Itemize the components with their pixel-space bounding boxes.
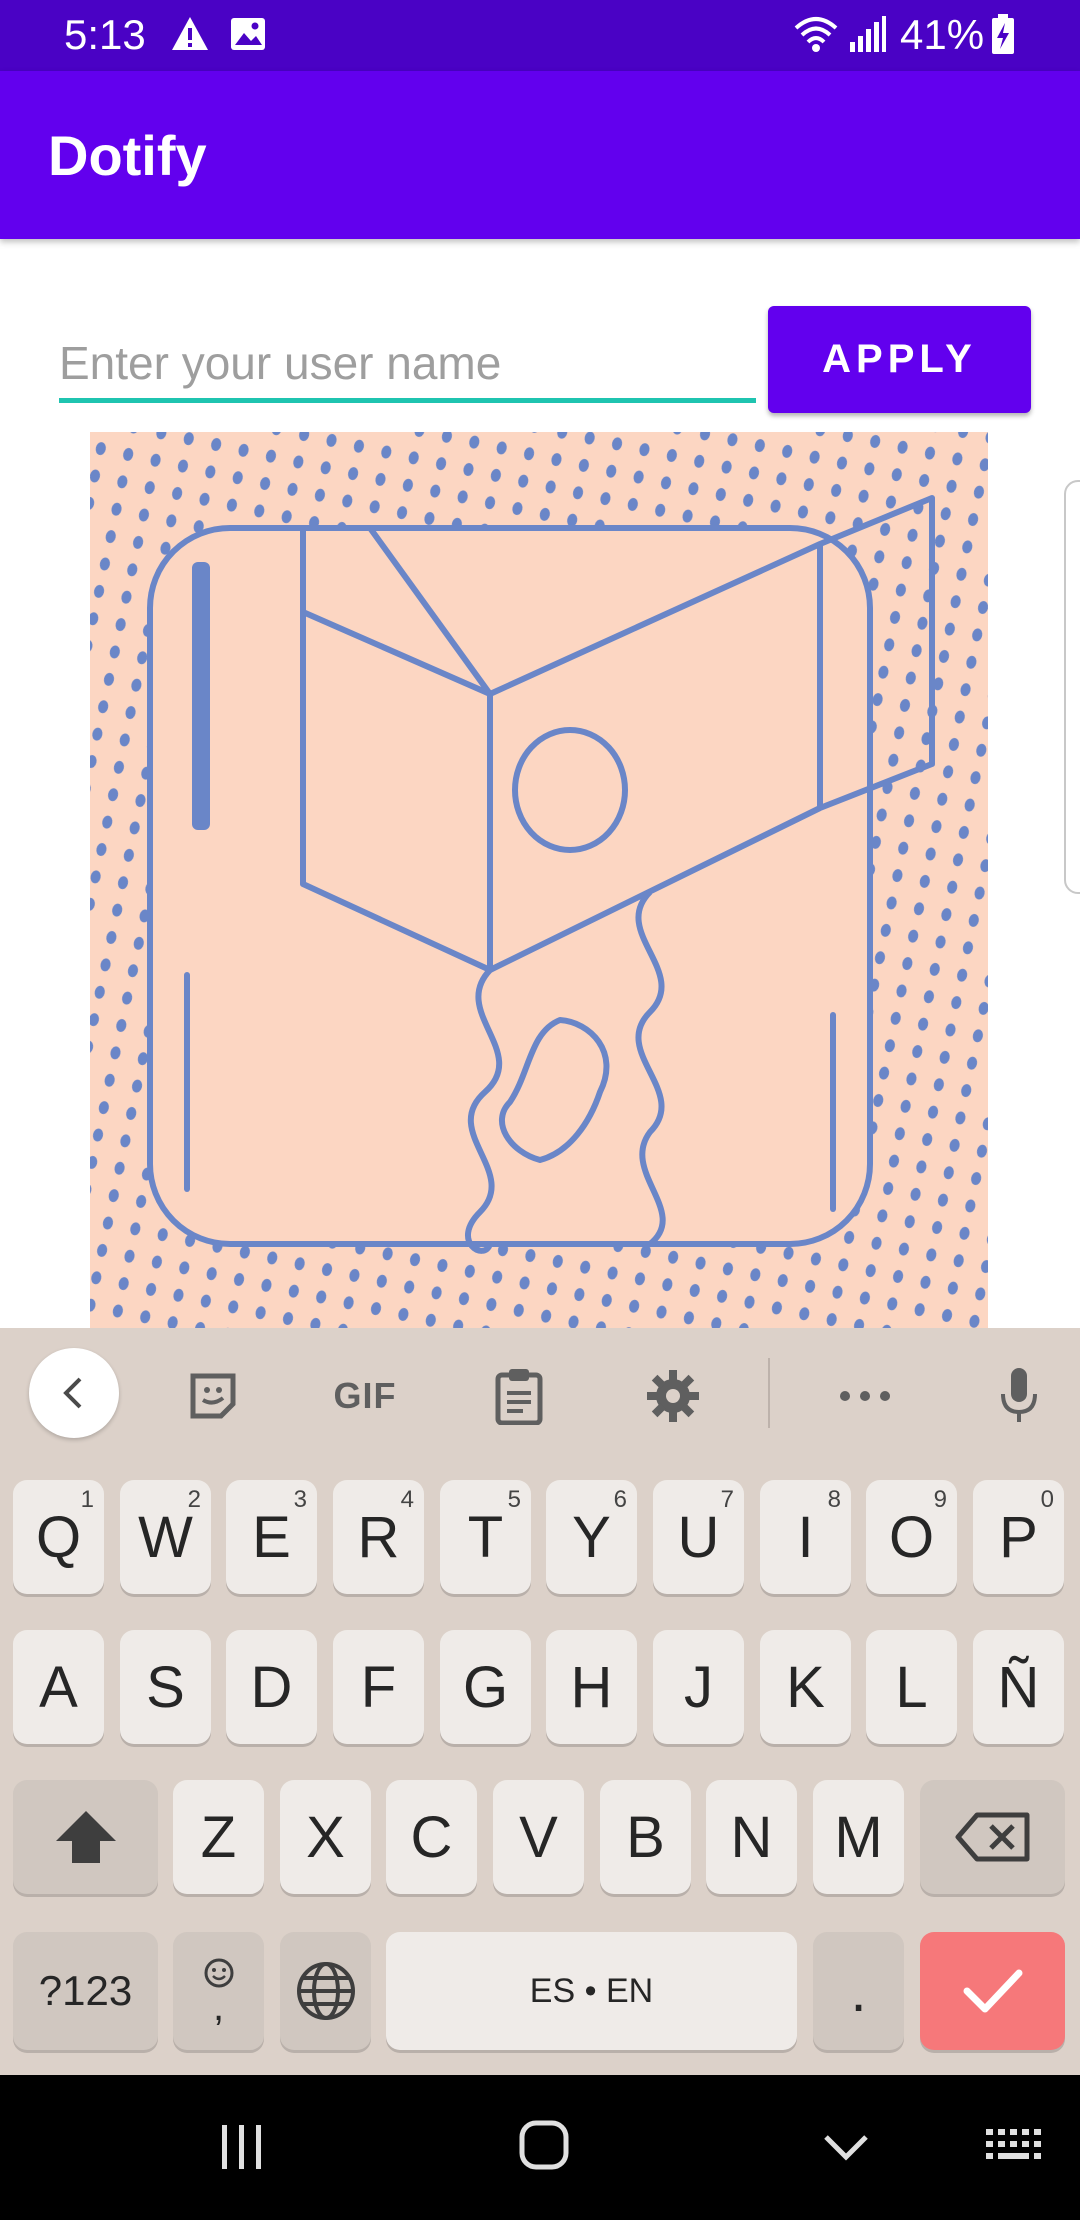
key-r[interactable]: R4 [333, 1480, 424, 1594]
key-e[interactable]: E3 [226, 1480, 317, 1594]
sticker-icon[interactable] [168, 1351, 258, 1441]
checkmark-icon [963, 1969, 1022, 2013]
key-z[interactable]: Z [173, 1780, 264, 1894]
key-t[interactable]: T5 [440, 1480, 531, 1594]
key-i[interactable]: I8 [760, 1480, 851, 1594]
key-m[interactable]: M [813, 1780, 904, 1894]
key-v[interactable]: V [493, 1780, 584, 1894]
settings-icon[interactable] [628, 1351, 718, 1441]
battery-percent: 41% [900, 11, 985, 58]
album-artwork [90, 432, 988, 1328]
image-icon [228, 14, 268, 59]
toolbar-divider [768, 1358, 770, 1428]
key-p[interactable]: P0 [973, 1480, 1064, 1594]
key-l[interactable]: L [866, 1630, 957, 1744]
username-input[interactable] [59, 328, 756, 403]
key-x[interactable]: X [280, 1780, 371, 1894]
period-key[interactable]: . [813, 1932, 904, 2050]
app-bar: Dotify [0, 71, 1080, 239]
enter-key[interactable] [920, 1932, 1065, 2050]
more-icon[interactable] [820, 1351, 910, 1441]
emoji-comma-key[interactable]: , [173, 1932, 264, 2050]
wifi-icon [792, 14, 840, 61]
side-panel-handle[interactable] [1064, 480, 1080, 894]
backspace-key[interactable] [920, 1780, 1065, 1894]
key-o[interactable]: O9 [866, 1480, 957, 1594]
key-g[interactable]: G [440, 1630, 531, 1744]
key-s[interactable]: S [120, 1630, 211, 1744]
key-y[interactable]: Y6 [546, 1480, 637, 1594]
keyboard-icon[interactable] [984, 2127, 1042, 2167]
space-key[interactable]: ES • EN [386, 1932, 797, 2050]
keyboard: GIF Q1 W2 E3 R4 T5 Y6 U7 I8 O9 P0 A S D … [0, 1328, 1080, 2075]
status-bar: 5:13 41% [0, 0, 1080, 71]
back-icon[interactable] [29, 1348, 119, 1438]
key-n-tilde[interactable]: Ñ [973, 1630, 1064, 1744]
key-k[interactable]: K [760, 1630, 851, 1744]
recent-apps-icon[interactable] [218, 2123, 266, 2171]
keyboard-toolbar: GIF [0, 1328, 1080, 1458]
key-f[interactable]: F [333, 1630, 424, 1744]
key-w[interactable]: W2 [120, 1480, 211, 1594]
key-h[interactable]: H [546, 1630, 637, 1744]
home-icon[interactable] [518, 2119, 570, 2171]
clipboard-icon[interactable] [474, 1351, 564, 1441]
app-title: Dotify [48, 124, 207, 187]
key-u[interactable]: U7 [653, 1480, 744, 1594]
warning-icon [170, 14, 210, 59]
navigation-bar [0, 2075, 1080, 2220]
apply-button[interactable]: APPLY [768, 306, 1031, 413]
gif-button[interactable]: GIF [320, 1351, 410, 1441]
shift-icon [55, 1811, 116, 1863]
globe-icon [296, 1962, 355, 2020]
status-time: 5:13 [64, 11, 146, 58]
shift-key[interactable] [13, 1780, 158, 1894]
backspace-icon [955, 1812, 1029, 1862]
key-j[interactable]: J [653, 1630, 744, 1744]
microphone-icon[interactable] [974, 1351, 1064, 1441]
key-d[interactable]: D [226, 1630, 317, 1744]
key-b[interactable]: B [600, 1780, 691, 1894]
key-a[interactable]: A [13, 1630, 104, 1744]
battery-charging-icon [990, 14, 1016, 61]
symbols-key[interactable]: ?123 [13, 1932, 158, 2050]
key-q[interactable]: Q1 [13, 1480, 104, 1594]
key-c[interactable]: C [386, 1780, 477, 1894]
language-key[interactable] [280, 1932, 371, 2050]
back-down-icon[interactable] [822, 2131, 870, 2163]
signal-icon [848, 14, 888, 61]
key-n[interactable]: N [706, 1780, 797, 1894]
